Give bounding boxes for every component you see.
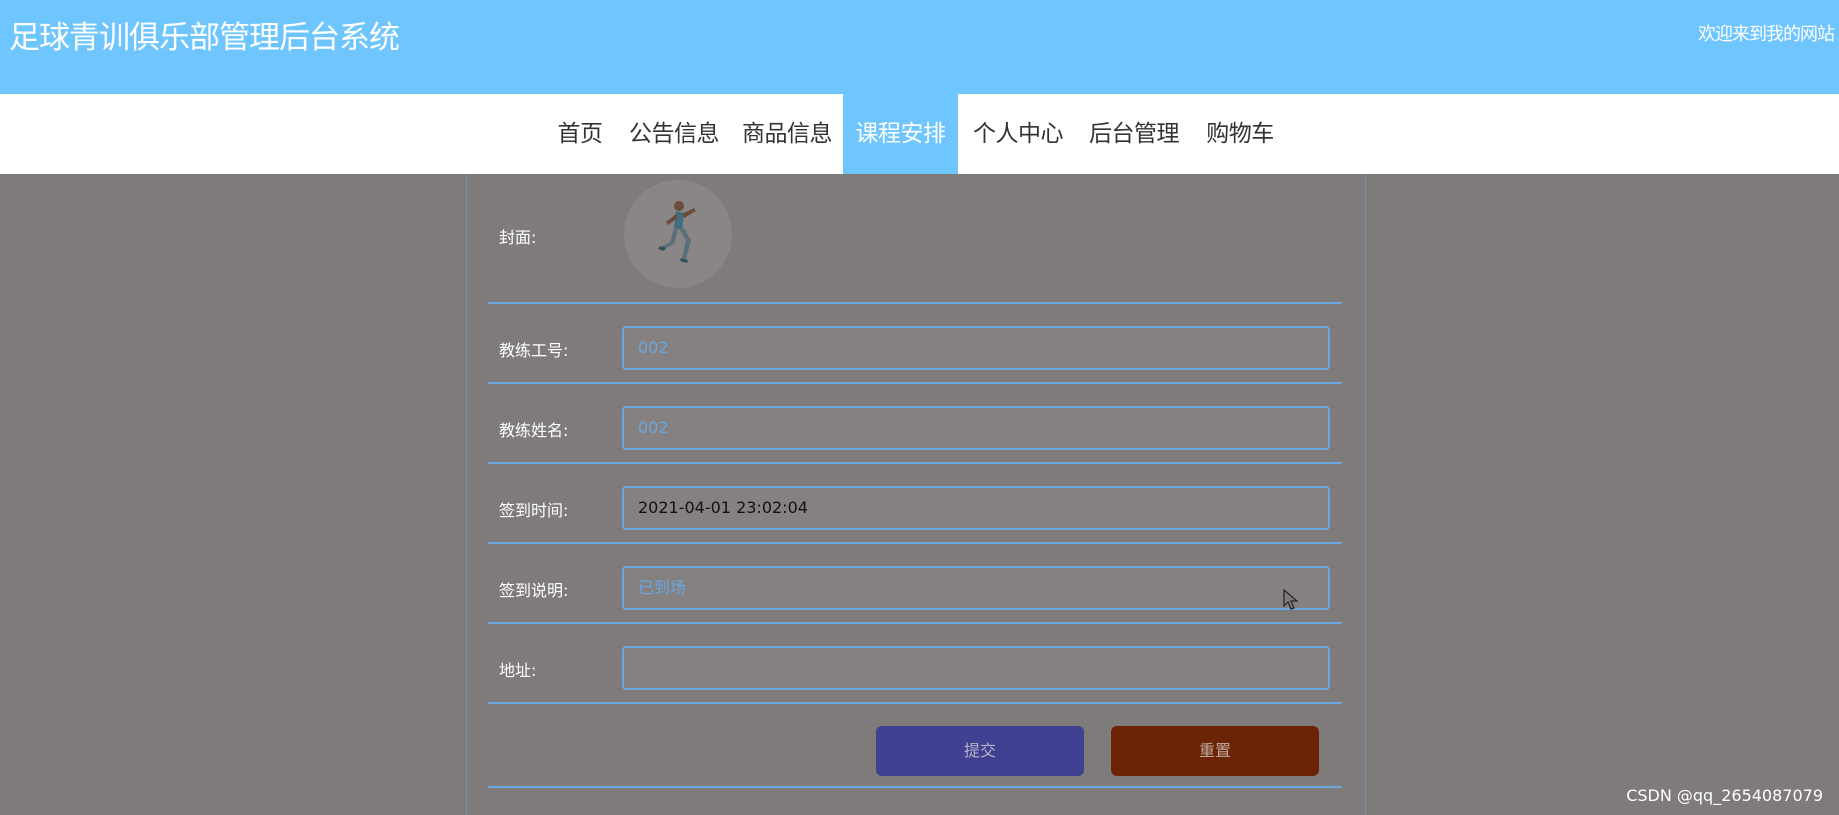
submit-button[interactable]: 提交	[876, 726, 1084, 776]
divider	[488, 702, 1342, 704]
nav-item-personal-center[interactable]: 个人中心	[970, 94, 1066, 174]
header-bar: 足球青训俱乐部管理后台系统 欢迎来到我的网站	[0, 0, 1839, 94]
address-field[interactable]	[622, 646, 1330, 690]
checkin-time-label: 签到时间:	[499, 501, 569, 520]
watermark-text: CSDN @qq_2654087079	[1626, 786, 1823, 805]
checkin-note-field[interactable]: 已到场	[622, 566, 1330, 610]
reset-button[interactable]: 重置	[1111, 726, 1319, 776]
checkin-note-label: 签到说明:	[499, 581, 569, 600]
runner-icon	[624, 180, 732, 288]
mouse-cursor-icon	[1283, 589, 1299, 610]
divider	[488, 462, 1342, 464]
cover-label: 封面:	[499, 228, 537, 247]
nav-item-products[interactable]: 商品信息	[739, 94, 835, 174]
divider	[488, 382, 1342, 384]
nav-item-home[interactable]: 首页	[555, 94, 605, 174]
checkin-time-field[interactable]: 2021-04-01 23:02:04	[622, 486, 1330, 530]
nav-item-notices[interactable]: 公告信息	[626, 94, 722, 174]
coach-name-field[interactable]: 002	[622, 406, 1330, 450]
nav-item-course-schedule[interactable]: 课程安排	[843, 94, 958, 174]
main-nav: 首页 公告信息 商品信息 课程安排 个人中心 后台管理 购物车	[0, 94, 1839, 174]
coach-id-label: 教练工号:	[499, 341, 569, 360]
divider	[488, 302, 1342, 304]
divider	[488, 622, 1342, 624]
cover-image[interactable]	[624, 180, 732, 288]
welcome-text: 欢迎来到我的网站	[1698, 24, 1835, 45]
address-label: 地址:	[499, 661, 537, 680]
divider	[488, 786, 1342, 788]
coach-name-label: 教练姓名:	[499, 421, 569, 440]
divider	[488, 542, 1342, 544]
nav-item-admin[interactable]: 后台管理	[1086, 94, 1182, 174]
coach-id-field[interactable]: 002	[622, 326, 1330, 370]
site-title: 足球青训俱乐部管理后台系统	[9, 20, 400, 56]
nav-item-cart[interactable]: 购物车	[1203, 94, 1277, 174]
